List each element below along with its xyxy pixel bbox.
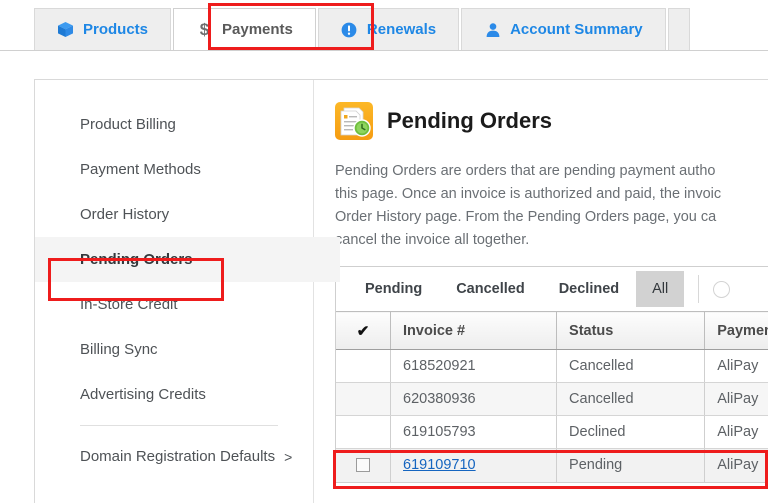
- column-header-payment-type[interactable]: Payment Type: [704, 311, 768, 350]
- row-invoice[interactable]: 619109710: [390, 448, 558, 482]
- table-header-row: ✔ Invoice # Status Payment Type: [336, 311, 768, 350]
- cube-icon: [57, 21, 74, 38]
- row-checkbox-cell: [336, 448, 392, 482]
- table-body: 618520921 Cancelled AliPay 620380936 Can…: [336, 349, 768, 482]
- row-status: Cancelled: [556, 349, 706, 383]
- invoice-clock-icon: [335, 102, 373, 140]
- row-payment-type: AliPay: [704, 349, 768, 383]
- tab-label: Products: [83, 21, 149, 38]
- tab-label: Payments: [222, 21, 293, 38]
- sidebar-item-label: In-Store Credit: [80, 296, 178, 313]
- row-payment-type: AliPay: [704, 415, 768, 449]
- row-checkbox-cell: [336, 415, 392, 449]
- filter-label: Cancelled: [456, 281, 525, 297]
- sidebar-item-billing-sync[interactable]: Billing Sync: [35, 327, 313, 372]
- payments-sidebar: Product Billing Payment Methods Order Hi…: [35, 80, 340, 503]
- tab-payments[interactable]: $ Payments: [173, 8, 316, 50]
- filter-all[interactable]: All: [636, 271, 685, 307]
- sidebar-item-label: Pending Orders: [80, 251, 193, 268]
- row-status: Declined: [556, 415, 706, 449]
- tab-label: Account Summary: [510, 21, 643, 38]
- sidebar-item-in-store-credit[interactable]: In-Store Credit: [35, 282, 313, 327]
- sidebar-item-product-billing[interactable]: Product Billing: [35, 102, 313, 147]
- account-billing-page: Products $ Payments Renewals Account Sum…: [0, 0, 768, 503]
- sidebar-item-order-history[interactable]: Order History: [35, 192, 313, 237]
- content-panel: Product Billing Payment Methods Order Hi…: [34, 79, 768, 503]
- main-content: Pending Orders Pending Orders are orders…: [314, 80, 768, 503]
- sidebar-item-label: Product Billing: [80, 116, 176, 133]
- filter-label: All: [652, 281, 669, 297]
- pending-orders-table: ✔ Invoice # Status Payment Type 61852092…: [336, 311, 768, 482]
- row-payment-type: AliPay: [704, 382, 768, 416]
- row-status: Cancelled: [556, 382, 706, 416]
- page-body: Product Billing Payment Methods Order Hi…: [0, 50, 768, 503]
- tab-account-summary[interactable]: Account Summary: [461, 8, 666, 50]
- page-header: Pending Orders: [335, 102, 768, 140]
- column-header-select-all[interactable]: ✔: [336, 311, 392, 350]
- sidebar-divider: [80, 425, 278, 426]
- user-icon: [484, 21, 501, 38]
- sidebar-item-label: Advertising Credits: [80, 386, 206, 403]
- sidebar-item-advertising-credits[interactable]: Advertising Credits: [35, 372, 313, 417]
- table-row[interactable]: 620380936 Cancelled AliPay: [336, 382, 768, 416]
- row-select-checkbox[interactable]: [356, 458, 371, 473]
- row-invoice: 620380936: [390, 382, 558, 416]
- filter-declined[interactable]: Declined: [542, 267, 636, 311]
- tab-overflow-partial[interactable]: [667, 8, 690, 50]
- sidebar-item-pending-orders[interactable]: Pending Orders: [35, 237, 340, 282]
- filter-label: Declined: [558, 281, 620, 297]
- sidebar-item-label: Domain Registration Defaults: [80, 448, 276, 465]
- column-header-invoice[interactable]: Invoice #: [390, 311, 558, 350]
- sidebar-item-label: Order History: [80, 206, 170, 223]
- dollar-icon: $: [199, 20, 210, 39]
- checkmark-icon: ✔: [356, 322, 370, 340]
- tab-label: Renewals: [366, 21, 437, 38]
- chevron-right-icon: >: [284, 448, 293, 465]
- filter-cancelled[interactable]: Cancelled: [439, 267, 542, 311]
- search-icon[interactable]: [713, 280, 731, 298]
- row-invoice: 618520921: [390, 349, 558, 383]
- table-row[interactable]: 619105793 Declined AliPay: [336, 415, 768, 449]
- main-tab-bar: Products $ Payments Renewals Account Sum…: [0, 0, 768, 50]
- sidebar-item-payment-methods[interactable]: Payment Methods: [35, 147, 313, 192]
- tab-renewals[interactable]: Renewals: [317, 8, 460, 50]
- sidebar-item-label: Payment Methods: [80, 161, 201, 178]
- alert-circle-icon: [341, 21, 358, 38]
- filter-pending[interactable]: Pending: [348, 267, 439, 311]
- tab-products[interactable]: Products: [34, 8, 172, 50]
- row-invoice: 619105793: [390, 415, 558, 449]
- filter-divider: [698, 275, 700, 303]
- table-row-pending[interactable]: 619109710 Pending AliPay: [336, 448, 768, 482]
- row-checkbox-cell: [336, 349, 392, 383]
- pending-orders-card: Pending Cancelled Declined All ✔ Invoice…: [335, 266, 768, 483]
- row-status: Pending: [556, 448, 706, 482]
- status-filter-tabs: Pending Cancelled Declined All: [336, 267, 768, 311]
- filter-label: Pending: [365, 281, 423, 297]
- page-description: Pending Orders are orders that are pendi…: [335, 163, 722, 248]
- row-checkbox-cell: [336, 382, 392, 416]
- column-header-status[interactable]: Status: [556, 311, 706, 350]
- table-row[interactable]: 618520921 Cancelled AliPay: [336, 349, 768, 383]
- row-payment-type: AliPay: [704, 448, 768, 482]
- invoice-link[interactable]: 619109710: [403, 457, 476, 473]
- sidebar-item-domain-registration-defaults[interactable]: Domain Registration Defaults >: [35, 434, 313, 479]
- sidebar-item-label: Billing Sync: [80, 341, 158, 358]
- page-title: Pending Orders: [387, 108, 553, 133]
